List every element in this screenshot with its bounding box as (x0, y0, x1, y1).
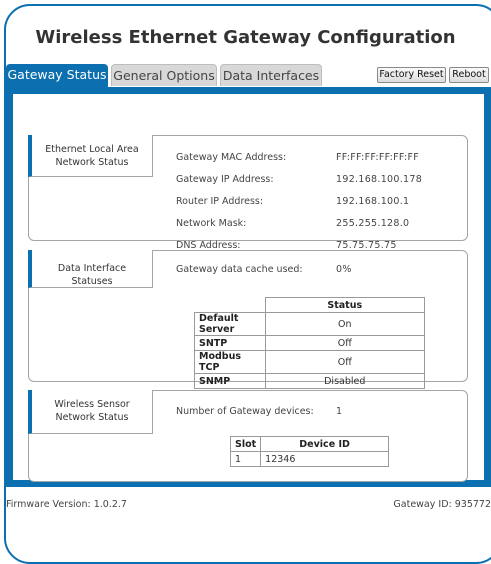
table-row: 1 12346 (229, 451, 389, 467)
interface-status: Off (264, 335, 425, 351)
blank-header-cell (194, 297, 265, 313)
interface-status: On (264, 312, 425, 336)
interface-status-table: Status Default Server On SNTP Off Modbus… (194, 297, 425, 389)
table-header-row: Slot Device ID (229, 436, 389, 452)
network-mask-label: Network Mask: (176, 218, 247, 229)
interface-name: SNMP (194, 373, 266, 389)
table-row: SNMP Disabled (194, 373, 425, 389)
router-ip-value: 192.168.100.1 (336, 196, 410, 207)
device-count-value: 1 (336, 406, 343, 417)
wsn-status-heading: Wireless Sensor Network Status (28, 390, 153, 434)
factory-reset-button[interactable]: Factory Reset (377, 67, 446, 83)
table-row: Modbus TCP Off (194, 350, 425, 374)
tab-gateway-status[interactable]: Gateway Status (6, 64, 108, 87)
firmware-version: Firmware Version: 1.0.2.7 (6, 499, 127, 510)
gateway-id: Gateway ID: 935772 (393, 499, 491, 510)
table-row: Default Server On (194, 312, 425, 336)
slot-cell: 1 (229, 451, 262, 467)
interface-status: Disabled (264, 373, 425, 389)
interface-status: Off (264, 350, 425, 374)
device-table: Slot Device ID 1 12346 (229, 436, 389, 467)
network-mask-value: 255.255.128.0 (336, 218, 410, 229)
table-header-row: Status (194, 297, 425, 313)
slot-column-header: Slot (229, 436, 262, 452)
data-interface-heading: Data Interface Statuses (28, 250, 153, 288)
device-count-label: Number of Gateway devices: (176, 406, 314, 417)
interface-name: Default Server (194, 312, 266, 336)
table-row: SNTP Off (194, 335, 425, 351)
mac-address-label: Gateway MAC Address: (176, 152, 287, 163)
gateway-ip-label: Gateway IP Address: (176, 174, 274, 185)
gateway-ip-value: 192.168.100.178 (336, 174, 423, 185)
ethernet-status-heading: Ethernet Local Area Network Status (28, 135, 153, 177)
tab-general-options[interactable]: General Options (111, 64, 217, 86)
reboot-button[interactable]: Reboot (449, 67, 489, 83)
page-title: Wireless Ethernet Gateway Configuration (35, 27, 456, 48)
status-column-header: Status (264, 297, 425, 313)
device-id-cell: 12346 (260, 451, 389, 467)
device-id-column-header: Device ID (260, 436, 389, 452)
mac-address-value: FF:FF:FF:FF:FF:FF (336, 152, 419, 163)
cache-used-label: Gateway data cache used: (176, 264, 303, 275)
interface-name: SNTP (194, 335, 266, 351)
interface-name: Modbus TCP (194, 350, 266, 374)
tab-data-interfaces[interactable]: Data Interfaces (220, 64, 322, 86)
cache-used-value: 0% (336, 264, 352, 275)
router-ip-label: Router IP Address: (176, 196, 264, 207)
